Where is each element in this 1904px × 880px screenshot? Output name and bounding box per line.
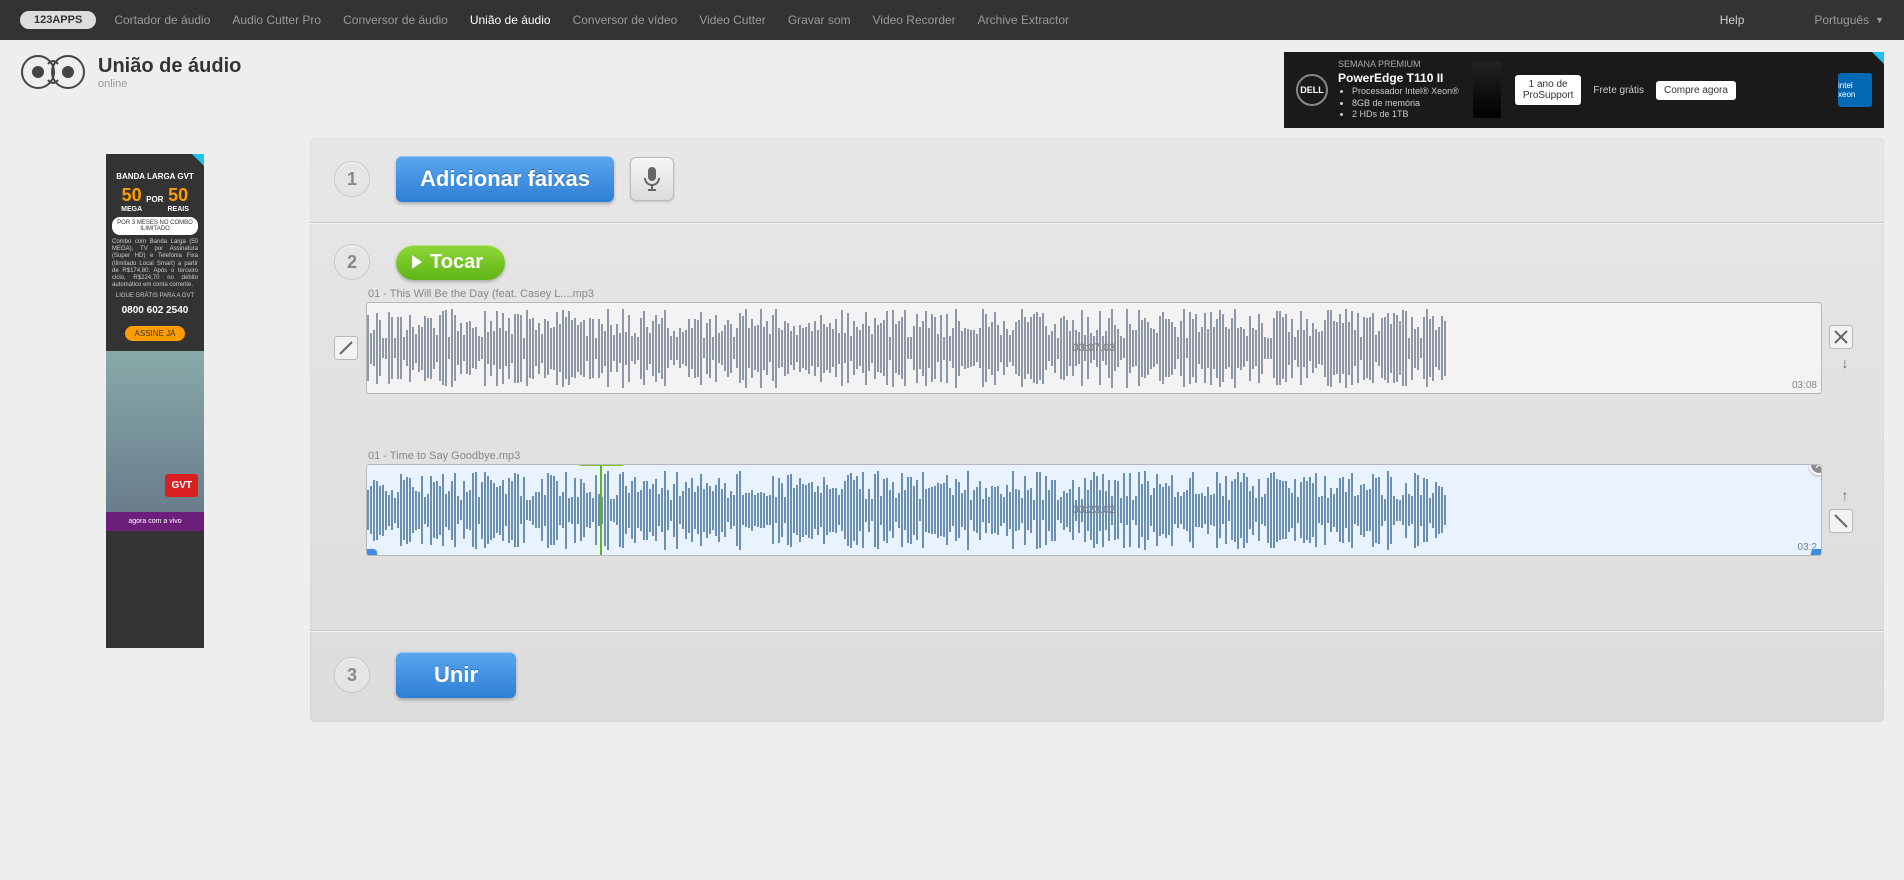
track-1-filename: 01 - This Will Be the Day (feat. Casey L… (368, 288, 1860, 300)
track-2-row: 03:23.02 03:2 00:32.02 00:00.00 03:23.00… (334, 464, 1860, 556)
microphone-icon (642, 166, 662, 192)
nav-uniao-audio[interactable]: União de áudio (470, 13, 551, 27)
step-number-1: 1 (334, 161, 370, 197)
divider (310, 630, 1884, 632)
track-1-row: 03:07.03 03:08 ↓ (334, 302, 1860, 394)
play-icon (412, 255, 422, 269)
ad-cta-button[interactable]: Compre agora (1656, 81, 1736, 100)
ad-banner-side[interactable]: BANDA LARGA GVT 50MEGA POR 50REAIS POR 3… (106, 154, 204, 648)
chevron-down-icon: ▼ (1875, 15, 1884, 25)
intel-xeon-badge-icon: intel xeon (1838, 73, 1872, 107)
step-2-row: 2 Tocar (310, 244, 1884, 280)
close-icon: ✕ (1814, 464, 1822, 472)
language-selector[interactable]: Português ▼ (1814, 13, 1884, 27)
top-navbar: 123APPS Cortador de áudio Audio Cutter P… (0, 0, 1904, 40)
ad-person-image: GVT agora com a vivo (106, 351, 204, 531)
track-2-move-up-button[interactable]: ↑ (1842, 487, 1849, 503)
nav-conversor-video[interactable]: Conversor de vídeo (573, 13, 678, 27)
arrow-down-icon: ↓ (1842, 355, 1849, 371)
crossfade-icon (1834, 330, 1848, 344)
track-1-waveform[interactable]: 03:07.03 03:08 (366, 302, 1822, 394)
nav-gravar-som[interactable]: Gravar som (788, 13, 851, 27)
playhead-time: 00:32.02 (578, 464, 625, 466)
nav-audio-cutter-pro[interactable]: Audio Cutter Pro (232, 13, 321, 27)
server-image-icon (1473, 62, 1501, 118)
nav-archive-extractor[interactable]: Archive Extractor (978, 13, 1069, 27)
ad-pill-prosupport: 1 ano de ProSupport (1515, 75, 1582, 105)
track-2-fade-out-button[interactable] (1829, 509, 1853, 533)
track-1-duration-right: 03:08 (1792, 380, 1817, 391)
step-number-2: 2 (334, 244, 370, 280)
ad-banner-top[interactable]: DELL SEMANA PREMIUM PowerEdge T110 II Pr… (1284, 52, 1884, 128)
trim-handle-end[interactable] (1811, 549, 1822, 556)
track-1-fade-button[interactable] (334, 336, 358, 360)
step-number-3: 3 (334, 657, 370, 693)
help-link[interactable]: Help (1720, 13, 1745, 27)
add-tracks-button[interactable]: Adicionar faixas (396, 156, 614, 202)
app-header: União de áudio online (20, 52, 241, 92)
merge-button[interactable]: Unir (396, 652, 516, 698)
track-1-duration-center: 03:07.03 (1073, 342, 1116, 354)
dell-logo-icon: DELL (1296, 74, 1328, 106)
nav-video-recorder[interactable]: Video Recorder (873, 13, 956, 27)
trim-handle-start[interactable] (366, 549, 377, 556)
track-1-move-down-button[interactable]: ↓ (1842, 355, 1849, 371)
arrow-up-icon: ↑ (1842, 487, 1849, 503)
page-title: União de áudio (98, 55, 241, 78)
adchoices-icon (192, 154, 204, 166)
main-panel: 1 Adicionar faixas 2 Tocar 01 - Thi (310, 138, 1884, 722)
adchoices-icon (1872, 52, 1884, 64)
ad-side-cta-button[interactable]: ASSINE JÁ (125, 326, 186, 341)
nav-cortador-audio[interactable]: Cortador de áudio (114, 13, 210, 27)
track-2-filename: 01 - Time to Say Goodbye.mp3 (368, 450, 1860, 462)
fade-out-icon (1834, 514, 1848, 528)
track-1-crossfade-button[interactable] (1829, 325, 1853, 349)
step-1-row: 1 Adicionar faixas (310, 156, 1884, 202)
nav-conversor-audio[interactable]: Conversor de áudio (343, 13, 448, 27)
language-label: Português (1814, 13, 1869, 27)
fade-in-icon (339, 341, 353, 355)
app-logo-icon (20, 52, 86, 92)
divider (310, 222, 1884, 224)
playhead[interactable]: 00:32.02 (600, 464, 602, 556)
track-2-duration-center: 03:23.02 (1073, 504, 1116, 516)
track-2-waveform[interactable]: 03:23.02 03:2 00:32.02 00:00.00 03:23.00… (366, 464, 1822, 556)
play-button[interactable]: Tocar (396, 245, 505, 280)
page-subtitle: online (98, 78, 241, 90)
step-3-row: 3 Unir (310, 652, 1884, 698)
brand-pill[interactable]: 123APPS (20, 11, 96, 29)
microphone-button[interactable] (630, 157, 674, 201)
nav-video-cutter[interactable]: Video Cutter (699, 13, 766, 27)
